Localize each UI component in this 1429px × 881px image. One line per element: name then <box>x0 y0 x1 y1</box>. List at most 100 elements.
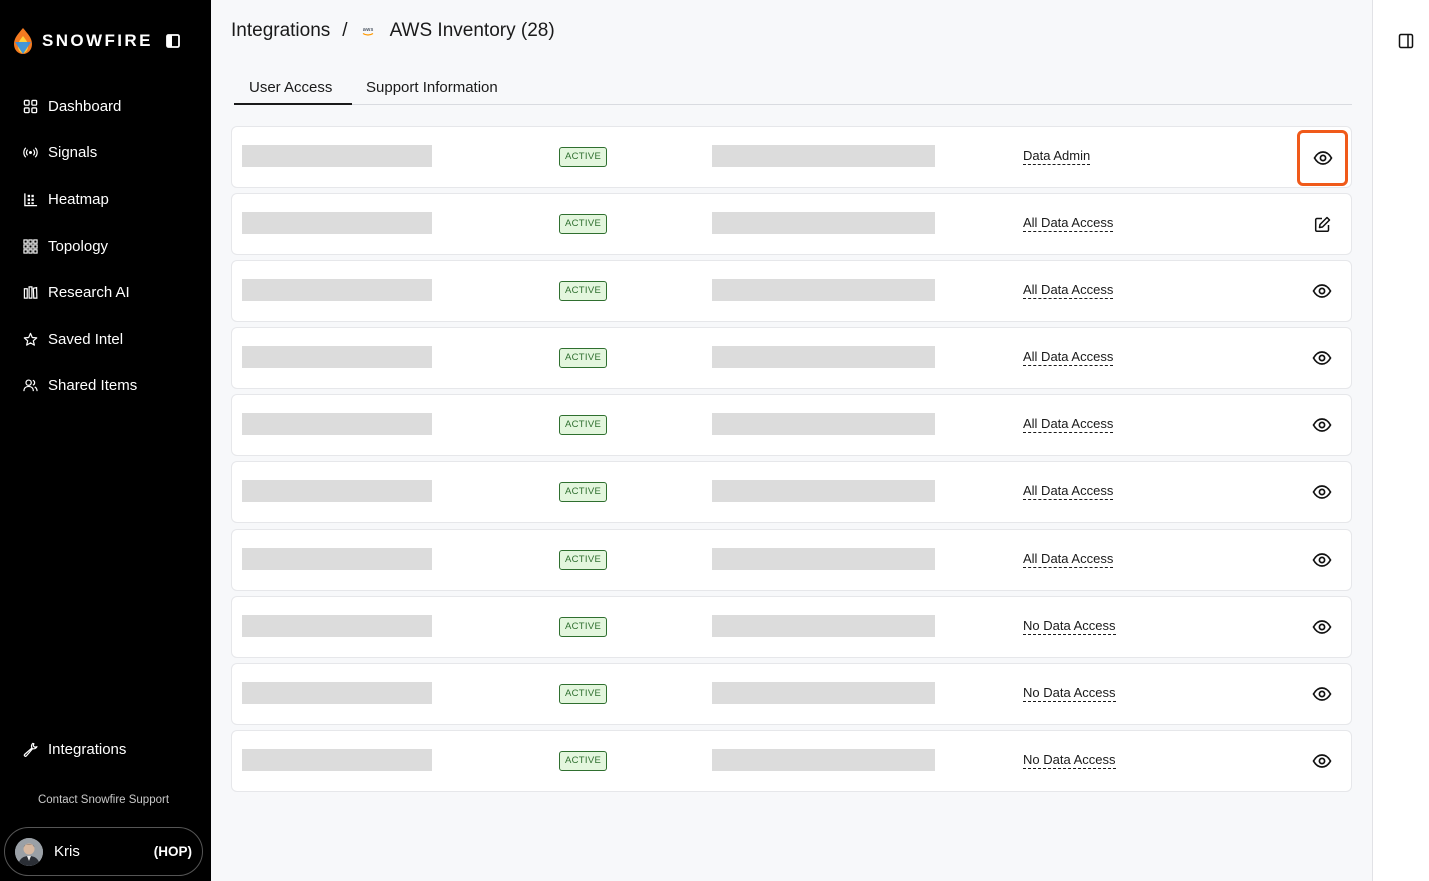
role-link[interactable]: All Data Access <box>1023 282 1114 300</box>
view-button[interactable] <box>1311 280 1333 302</box>
snowfire-logo <box>14 28 32 54</box>
name-placeholder <box>242 547 432 570</box>
email-placeholder <box>712 614 935 637</box>
wrench-icon <box>22 741 38 757</box>
user-menu[interactable]: Kris (HOP) <box>4 827 203 876</box>
tab-support-information[interactable]: Support Information <box>366 72 498 104</box>
sidebar-item-signals[interactable]: Signals <box>0 130 211 177</box>
role-link[interactable]: All Data Access <box>1023 483 1114 501</box>
status-badge: ACTIVE <box>559 147 608 167</box>
aws-icon: aws <box>362 27 373 36</box>
sidebar-item-label: Heatmap <box>48 190 109 208</box>
tab-user-access[interactable]: User Access <box>234 72 352 105</box>
user-org: (HOP) <box>153 844 192 859</box>
sidebar-item-saved-intel[interactable]: Saved Intel <box>0 316 211 363</box>
signals-icon <box>22 145 38 161</box>
role-link[interactable]: Data Admin <box>1023 148 1091 165</box>
table-row: ACTIVE All Data Access <box>231 193 1352 256</box>
view-button[interactable] <box>1311 683 1333 705</box>
table-row: ACTIVE No Data Access <box>231 729 1352 792</box>
user-name: Kris <box>54 843 80 860</box>
main-content: Integrations / aws AWS Inventory (28) Us… <box>211 0 1372 881</box>
eye-icon <box>1312 284 1332 299</box>
users-icon <box>22 378 38 394</box>
user-access-list: ACTIVE Data Admin ACTIVE All Data Access… <box>231 126 1352 797</box>
sidebar-collapse-icon[interactable] <box>166 34 180 48</box>
brand[interactable]: SNOWFIRE <box>12 26 202 56</box>
sidebar-item-dashboard[interactable]: Dashboard <box>0 83 211 130</box>
right-rail <box>1372 0 1429 881</box>
status-badge: ACTIVE <box>559 482 608 503</box>
contact-support-link[interactable]: Contact Snowfire Support <box>0 794 207 806</box>
role-link[interactable]: No Data Access <box>1023 685 1116 702</box>
table-row: ACTIVE All Data Access <box>231 260 1352 323</box>
svg-text:aws: aws <box>362 27 373 33</box>
role-link[interactable]: All Data Access <box>1023 416 1114 434</box>
status-badge: ACTIVE <box>559 348 608 369</box>
breadcrumb-root[interactable]: Integrations <box>231 20 330 42</box>
table-row: ACTIVE No Data Access <box>231 662 1352 725</box>
status-badge: ACTIVE <box>559 281 608 302</box>
sidebar-bottom: Integrations <box>0 726 211 773</box>
avatar <box>15 837 43 866</box>
research-icon <box>22 285 38 301</box>
heatmap-icon <box>22 191 38 207</box>
view-button[interactable] <box>1311 347 1333 369</box>
table-row: ACTIVE No Data Access <box>231 595 1352 658</box>
view-button[interactable] <box>1311 616 1333 638</box>
brand-name: SNOWFIRE <box>42 31 153 50</box>
sidebar-item-label: Signals <box>48 144 98 162</box>
view-button[interactable] <box>1311 481 1333 503</box>
eye-icon <box>1312 485 1332 500</box>
page-title: AWS Inventory (28) <box>389 20 555 41</box>
sidebar-item-shared-items[interactable]: Shared Items <box>0 363 211 410</box>
status-badge: ACTIVE <box>559 616 608 637</box>
table-row: ACTIVE Data Admin <box>231 126 1352 188</box>
name-placeholder <box>242 681 432 704</box>
sidebar-item-research-ai[interactable]: Research AI <box>0 269 211 316</box>
table-row: ACTIVE All Data Access <box>231 528 1352 591</box>
eye-icon <box>1312 418 1332 433</box>
role-link[interactable]: All Data Access <box>1023 215 1114 233</box>
topology-icon <box>22 238 38 254</box>
name-placeholder <box>242 614 432 637</box>
role-link[interactable]: All Data Access <box>1023 349 1114 367</box>
eye-icon <box>1312 619 1332 634</box>
name-placeholder <box>242 212 432 235</box>
email-placeholder <box>712 547 935 570</box>
status-badge: ACTIVE <box>559 683 608 704</box>
email-placeholder <box>712 413 935 436</box>
sidebar-item-topology[interactable]: Topology <box>0 223 211 270</box>
eye-icon <box>1312 686 1332 701</box>
view-button[interactable] <box>1311 549 1333 571</box>
table-row: ACTIVE All Data Access <box>231 461 1352 524</box>
table-row: ACTIVE All Data Access <box>231 327 1352 390</box>
edit-button[interactable] <box>1311 213 1333 235</box>
sidebar-item-integrations[interactable]: Integrations <box>0 726 211 773</box>
email-placeholder <box>712 681 935 704</box>
side-panel-toggle-icon[interactable] <box>1398 33 1414 49</box>
email-placeholder <box>712 212 935 235</box>
email-placeholder <box>712 748 935 771</box>
email-placeholder <box>712 279 935 302</box>
view-button[interactable] <box>1311 414 1333 436</box>
status-badge: ACTIVE <box>559 214 608 235</box>
eye-icon <box>1312 351 1332 366</box>
sidebar: SNOWFIRE Dashboard Signals Heatmap Topol… <box>0 0 211 881</box>
view-button[interactable] <box>1311 750 1333 772</box>
sidebar-item-label: Shared Items <box>48 377 138 395</box>
dashboard-icon <box>22 98 38 114</box>
status-badge: ACTIVE <box>559 549 608 570</box>
role-link[interactable]: All Data Access <box>1023 551 1114 568</box>
view-button[interactable] <box>1297 130 1348 186</box>
name-placeholder <box>242 413 432 436</box>
role-link[interactable]: No Data Access <box>1023 752 1116 769</box>
breadcrumb: Integrations / aws AWS Inventory (28) <box>231 18 555 44</box>
name-placeholder <box>242 145 432 167</box>
status-badge: ACTIVE <box>559 415 608 436</box>
edit-icon <box>1314 216 1330 232</box>
sidebar-item-heatmap[interactable]: Heatmap <box>0 176 211 223</box>
name-placeholder <box>242 748 432 771</box>
role-link[interactable]: No Data Access <box>1023 618 1116 635</box>
eye-icon <box>1312 753 1332 768</box>
